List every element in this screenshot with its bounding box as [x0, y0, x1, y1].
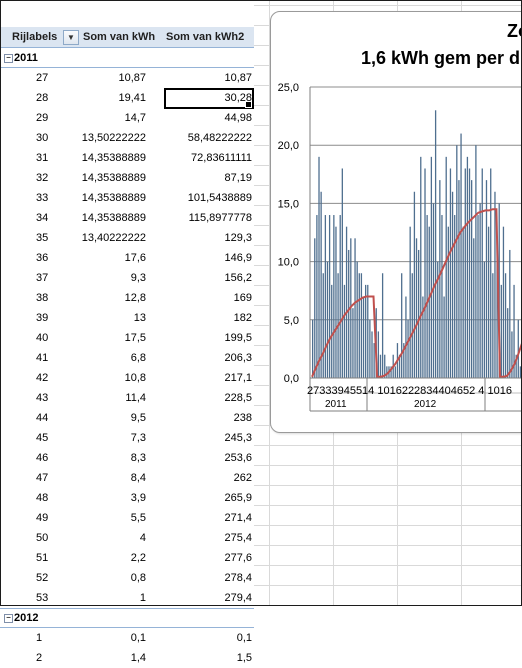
pivot-group-row: −2012: [0, 608, 254, 628]
pivot-row[interactable]: 1 0,1 0,1: [0, 628, 254, 648]
group-label: 2012: [14, 608, 38, 628]
week-cell[interactable]: 1: [36, 628, 54, 648]
week-cell[interactable]: 2: [36, 648, 54, 668]
collapse-icon[interactable]: −: [4, 614, 13, 623]
kwh-cell[interactable]: 1,4: [131, 648, 146, 668]
kwh2-cell[interactable]: 0,1: [237, 628, 252, 648]
kwh2-cell[interactable]: 1,5: [237, 648, 252, 668]
window-frame: [0, 0, 522, 606]
kwh-cell[interactable]: 0,1: [131, 628, 146, 648]
pivot-row[interactable]: 2 1,4 1,5: [0, 648, 254, 668]
